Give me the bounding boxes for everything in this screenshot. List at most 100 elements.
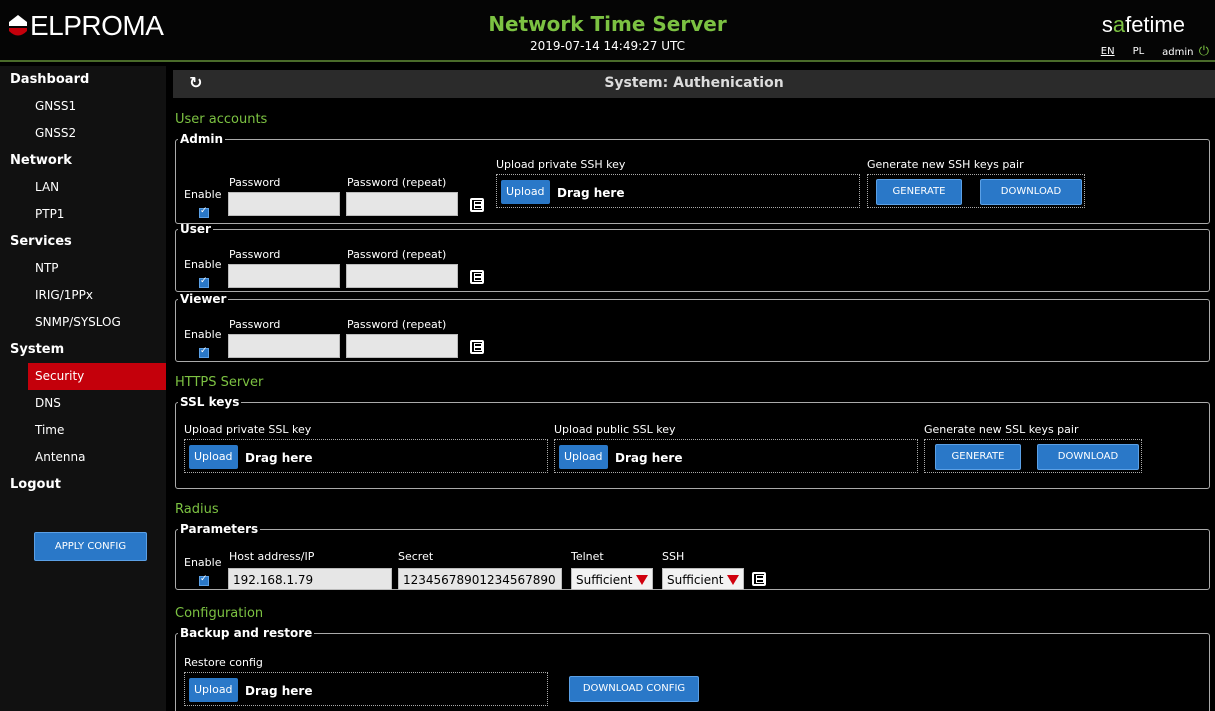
nav-item-snmp-syslog[interactable]: SNMP/SYSLOG	[0, 309, 166, 336]
radius-host-input[interactable]: 192.168.1.79	[228, 568, 392, 590]
radius-telnet-label: Telnet	[571, 550, 604, 563]
main-panel: ↻ System: Authenication User accounts Ad…	[173, 70, 1215, 711]
admin-password-repeat-input[interactable]	[346, 192, 458, 216]
ssl-private-dropzone[interactable]: Upload Drag here	[184, 439, 548, 473]
nav-item-gnss1[interactable]: GNSS1	[0, 93, 166, 120]
viewer-enable-label: Enable	[184, 328, 222, 341]
user-fieldset: User Enable Password Password (repeat)	[175, 222, 1210, 292]
nav-item-time[interactable]: Time	[0, 417, 166, 444]
ssh-generate-button[interactable]: GENERATE	[876, 179, 962, 205]
download-config-button[interactable]: DOWNLOAD CONFIG	[569, 676, 699, 702]
viewer-legend: Viewer	[180, 292, 227, 306]
main-title-bar: ↻ System: Authenication	[173, 70, 1215, 98]
viewer-password-repeat-input[interactable]	[346, 334, 458, 358]
ssh-download-button[interactable]: DOWNLOAD	[980, 179, 1082, 205]
nav-item-antenna[interactable]: Antenna	[0, 444, 166, 471]
user-password-repeat-input[interactable]	[346, 264, 458, 288]
nav-item-ptp1[interactable]: PTP1	[0, 201, 166, 228]
ssl-legend: SSL keys	[180, 395, 240, 409]
admin-password-input[interactable]	[228, 192, 340, 216]
nav-item-ntp[interactable]: NTP	[0, 255, 166, 282]
radius-enable-checkbox[interactable]	[199, 574, 209, 586]
nav-section-network[interactable]: Network	[0, 147, 166, 174]
ssh-generate-box: GENERATE DOWNLOAD	[867, 174, 1085, 208]
lang-en-link[interactable]: EN	[1101, 46, 1115, 57]
radius-legend: Parameters	[180, 522, 259, 536]
user-enable-label: Enable	[184, 258, 222, 271]
restore-dropzone[interactable]: Upload Drag here	[184, 672, 548, 706]
ssl-private-upload-button[interactable]: Upload	[189, 445, 238, 469]
admin-password-label: Password	[229, 176, 281, 189]
telnet-dropdown-arrow-icon	[636, 575, 648, 585]
viewer-password-label: Password	[229, 318, 281, 331]
header-links: EN PL admin ⏻	[1101, 44, 1209, 59]
radius-secret-label: Secret	[398, 550, 434, 563]
configuration-title: Configuration	[175, 606, 264, 621]
ssl-generate-label: Generate new SSL keys pair	[924, 423, 1079, 436]
upload-ssh-label: Upload private SSH key	[496, 158, 626, 171]
radius-telnet-select[interactable]: Sufficient	[571, 568, 653, 590]
viewer-password-input[interactable]	[228, 334, 340, 358]
nav-section-logout[interactable]: Logout	[0, 471, 166, 498]
user-enable-checkbox[interactable]	[199, 276, 209, 288]
ssh-dropdown-arrow-icon	[727, 575, 739, 585]
ssl-fieldset: SSL keys Upload private SSL key Upload D…	[175, 395, 1210, 489]
radius-title: Radius	[175, 502, 219, 517]
backup-legend: Backup and restore	[180, 626, 313, 640]
ssl-download-button[interactable]: DOWNLOAD	[1037, 444, 1139, 470]
admin-legend: Admin	[180, 132, 224, 146]
nav-item-gnss2[interactable]: GNSS2	[0, 120, 166, 147]
app-title: Network Time Server	[488, 12, 727, 36]
radius-enable-label: Enable	[184, 556, 222, 569]
ssl-public-dropzone[interactable]: Upload Drag here	[554, 439, 918, 473]
power-icon[interactable]: ⏻	[1199, 44, 1209, 59]
restore-upload-button[interactable]: Upload	[189, 678, 238, 702]
admin-enable-checkbox[interactable]	[199, 206, 209, 218]
ssl-public-upload-button[interactable]: Upload	[559, 445, 608, 469]
radius-save-icon[interactable]	[752, 572, 766, 586]
top-header: ELPROMA Network Time Server 2019-07-14 1…	[0, 0, 1215, 62]
nav-section-system[interactable]: System	[0, 336, 166, 363]
ssl-private-drag-text: Drag here	[245, 451, 313, 465]
viewer-enable-checkbox[interactable]	[199, 346, 209, 358]
ssl-generate-box: GENERATE DOWNLOAD	[924, 439, 1142, 473]
nav-item-lan[interactable]: LAN	[0, 174, 166, 201]
admin-password-repeat-label: Password (repeat)	[347, 176, 447, 189]
viewer-save-icon[interactable]	[470, 340, 484, 354]
ssl-public-label: Upload public SSL key	[554, 423, 676, 436]
user-password-label: Password	[229, 248, 281, 261]
ssh-upload-button[interactable]: Upload	[501, 180, 550, 204]
restore-config-label: Restore config	[184, 656, 263, 669]
viewer-fieldset: Viewer Enable Password Password (repeat)	[175, 292, 1210, 362]
nav-item-security[interactable]: Security	[28, 363, 166, 390]
nav-section-services[interactable]: Services	[0, 228, 166, 255]
lang-pl-link[interactable]: PL	[1133, 46, 1145, 57]
radius-ssh-select[interactable]: Sufficient	[662, 568, 744, 590]
ssh-drag-text: Drag here	[557, 186, 625, 200]
generate-ssh-label: Generate new SSH keys pair	[867, 158, 1024, 171]
sidebar: Dashboard GNSS1 GNSS2 Network LAN PTP1 S…	[0, 66, 166, 711]
ssh-upload-dropzone[interactable]: Upload Drag here	[496, 174, 860, 208]
user-legend: User	[180, 222, 211, 236]
viewer-password-repeat-label: Password (repeat)	[347, 318, 447, 331]
nav-item-dns[interactable]: DNS	[0, 390, 166, 417]
https-title: HTTPS Server	[175, 375, 264, 390]
nav-section-dashboard[interactable]: Dashboard	[0, 66, 166, 93]
user-password-input[interactable]	[228, 264, 340, 288]
radius-host-label: Host address/IP	[229, 550, 315, 563]
radius-secret-input[interactable]: 12345678901234567890	[398, 568, 562, 590]
username: admin	[1162, 47, 1194, 58]
user-menu[interactable]: admin ⏻	[1162, 44, 1209, 59]
ssl-public-drag-text: Drag here	[615, 451, 683, 465]
backup-fieldset: Backup and restore Restore config Upload…	[175, 626, 1210, 711]
ssl-private-label: Upload private SSL key	[184, 423, 312, 436]
nav-item-irig[interactable]: IRIG/1PPx	[0, 282, 166, 309]
apply-config-button[interactable]: APPLY CONFIG	[34, 532, 147, 561]
ssl-generate-button[interactable]: GENERATE	[935, 444, 1021, 470]
admin-save-icon[interactable]	[470, 198, 484, 212]
radius-ssh-label: SSH	[662, 550, 685, 563]
user-save-icon[interactable]	[470, 270, 484, 284]
user-accounts-title: User accounts	[175, 112, 268, 127]
admin-fieldset: Admin Enable Password Password (repeat) …	[175, 132, 1210, 224]
safetime-brand: safetime	[1101, 12, 1185, 37]
